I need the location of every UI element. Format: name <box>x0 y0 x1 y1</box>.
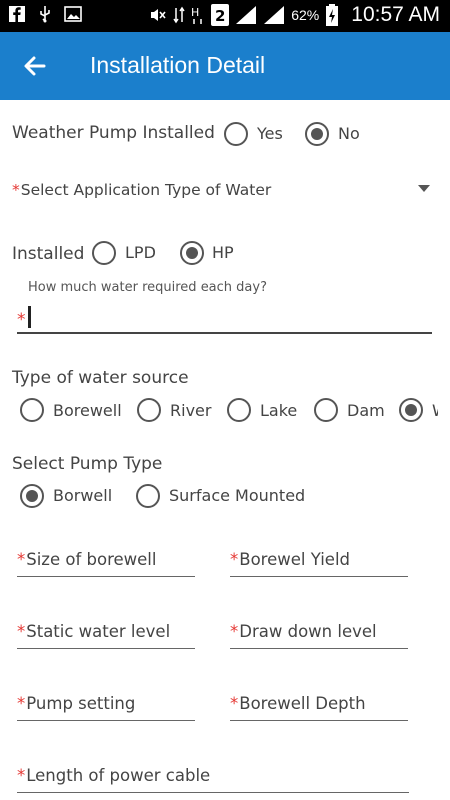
back-button[interactable] <box>18 50 52 82</box>
pump-installed-yes-label: Yes <box>257 124 283 143</box>
svg-text:H: H <box>191 6 199 19</box>
power-cable-length-underline <box>17 792 409 793</box>
draw-down-level-underline <box>230 648 408 649</box>
mute-icon <box>151 9 166 21</box>
borewell-yield-field[interactable]: *Borewel Yield <box>230 550 350 569</box>
usb-icon <box>40 6 50 23</box>
borewell-yield-label: Borewel Yield <box>239 550 350 569</box>
signal-strength-icon <box>236 6 257 24</box>
borewell-depth-underline <box>230 720 408 721</box>
water-source-dam-label: Dam <box>347 401 385 420</box>
application-type-label: Select Application Type of Water <box>20 181 272 199</box>
installed-hp-label: HP <box>212 243 234 262</box>
draw-down-level-field[interactable]: *Draw down level <box>230 622 377 641</box>
pump-setting-label: Pump setting <box>26 694 136 713</box>
battery-charging-icon <box>326 4 339 26</box>
water-required-hint: How much water required each day? <box>28 280 267 295</box>
sim-2-icon: 2 <box>211 4 230 26</box>
required-mark: * <box>230 622 239 641</box>
pump-type-borwell-radio[interactable] <box>20 484 44 508</box>
borewell-depth-label: Borewell Depth <box>239 694 366 713</box>
status-notifications <box>8 5 82 23</box>
signal-arrows-icon <box>173 6 185 24</box>
required-mark: * <box>17 694 26 713</box>
water-source-lake-radio[interactable] <box>227 398 251 422</box>
borewell-depth-field[interactable]: *Borewell Depth <box>230 694 366 713</box>
clock: 10:57 AM <box>351 3 440 26</box>
static-water-level-underline <box>17 648 195 649</box>
water-source-borewell-radio[interactable] <box>20 398 44 422</box>
required-mark: * <box>12 181 20 199</box>
required-mark: * <box>230 550 239 569</box>
text-cursor <box>28 306 31 328</box>
dropdown-arrow-icon[interactable] <box>418 185 430 192</box>
pump-setting-underline <box>17 720 195 721</box>
required-mark: * <box>230 694 239 713</box>
status-bar: H 2 62% 10:57 AM <box>0 0 450 32</box>
installed-hp-radio[interactable] <box>180 241 204 265</box>
water-source-label: Type of water source <box>12 368 189 388</box>
power-cable-length-field[interactable]: *Length of power cable <box>17 766 210 785</box>
signal-strength-2-icon <box>264 6 285 24</box>
required-mark: * <box>17 622 26 641</box>
borewell-yield-underline <box>230 576 408 577</box>
required-mark: * <box>17 550 26 569</box>
app-bar: Installation Detail <box>0 32 450 100</box>
network-h-icon: H <box>191 6 202 24</box>
static-water-level-label: Static water level <box>26 622 171 641</box>
pump-type-borwell-label: Borwell <box>53 486 113 505</box>
pump-installed-yes-radio[interactable] <box>224 122 248 146</box>
installed-label: Installed <box>12 244 85 264</box>
water-required-field[interactable]: * <box>17 310 27 330</box>
application-type-dropdown[interactable]: *Select Application Type of Water <box>12 181 432 199</box>
back-arrow-icon <box>24 56 46 76</box>
facebook-icon <box>9 6 25 22</box>
pump-installed-label: Weather Pump Installed <box>12 123 215 143</box>
pump-type-surface-radio[interactable] <box>136 484 160 508</box>
battery-percent: 62% <box>291 7 320 23</box>
water-required-underline <box>17 332 432 334</box>
water-source-river-label: River <box>170 401 212 420</box>
pump-setting-field[interactable]: *Pump setting <box>17 694 135 713</box>
water-source-w-label: W <box>432 401 438 420</box>
pump-type-label: Select Pump Type <box>12 454 163 474</box>
installed-lpd-radio[interactable] <box>92 241 116 265</box>
water-source-dam-radio[interactable] <box>314 398 338 422</box>
size-of-borewell-underline <box>17 576 195 577</box>
required-mark: * <box>17 310 26 330</box>
draw-down-level-label: Draw down level <box>239 622 377 641</box>
status-system: H 2 62% 10:57 AM <box>149 3 440 27</box>
pump-installed-no-label: No <box>338 124 360 143</box>
water-source-lake-label: Lake <box>260 401 298 420</box>
static-water-level-field[interactable]: *Static water level <box>17 622 170 641</box>
water-source-river-radio[interactable] <box>137 398 161 422</box>
page-title: Installation Detail <box>90 52 266 78</box>
installed-lpd-label: LPD <box>125 243 156 262</box>
svg-text:2: 2 <box>215 7 225 25</box>
size-of-borewell-label: Size of borewell <box>26 550 157 569</box>
image-icon <box>64 6 82 22</box>
size-of-borewell-field[interactable]: *Size of borewell <box>17 550 156 569</box>
power-cable-length-label: Length of power cable <box>26 766 211 785</box>
pump-type-surface-label: Surface Mounted <box>169 486 306 505</box>
water-source-borewell-label: Borewell <box>53 401 122 420</box>
water-source-w-radio[interactable] <box>399 398 423 422</box>
pump-installed-no-radio[interactable] <box>305 122 329 146</box>
required-mark: * <box>17 766 26 785</box>
